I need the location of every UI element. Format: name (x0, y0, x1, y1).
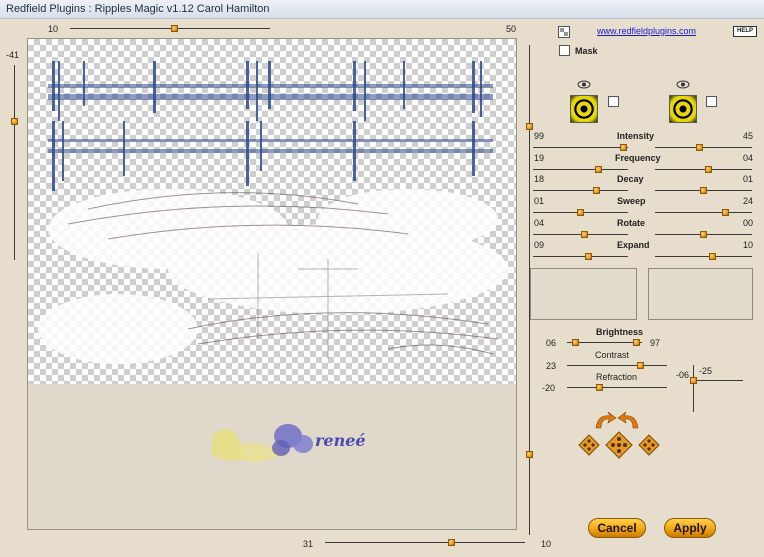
bottom-slider-thumb[interactable] (448, 539, 455, 546)
decay-right-value: 01 (743, 174, 754, 185)
decay-left-value: 18 (534, 174, 545, 185)
intensity-left-value: 99 (534, 131, 545, 141)
frequency-left-track[interactable] (533, 168, 628, 170)
intensity-right-track[interactable] (655, 147, 752, 148)
expand-left-track[interactable] (533, 255, 628, 257)
title-bar: Redfield Plugins : Ripples Magic v1.12 C… (0, 0, 764, 19)
intensity-left-thumb[interactable] (620, 144, 628, 151)
refraction-track[interactable] (567, 387, 667, 388)
sweep-right-thumb[interactable] (721, 209, 729, 217)
left-slider-thumb[interactable] (11, 118, 18, 125)
help-button[interactable]: HELP (733, 26, 757, 37)
color-swatch-left[interactable] (570, 95, 598, 123)
randomize-small-right-icon[interactable] (638, 434, 660, 456)
rotate-label: Rotate (617, 217, 646, 228)
sweep-label: Sweep (617, 196, 646, 207)
light-x-value: -06 (676, 370, 690, 380)
refraction-label: Refraction (596, 372, 638, 382)
expand-right-track[interactable] (655, 255, 752, 257)
frequency-right-value: 04 (743, 152, 754, 163)
rotate-left-thumb[interactable] (580, 230, 588, 238)
rotate-arrows-icon[interactable] (592, 410, 642, 432)
top-slider-track[interactable] (70, 28, 270, 29)
expand-right-thumb[interactable] (709, 252, 716, 260)
light-y-track[interactable] (693, 365, 694, 412)
right-slider-lower-thumb[interactable] (526, 451, 533, 458)
cancel-button[interactable]: Cancel (588, 518, 646, 538)
frequency-right-thumb[interactable] (704, 165, 712, 173)
randomize-small-left-icon[interactable] (578, 434, 600, 456)
left-slider-track[interactable] (14, 65, 15, 260)
brightness-right-thumb[interactable] (633, 339, 640, 346)
sweep-left-thumb[interactable] (577, 209, 584, 217)
expand-right-value: 10 (743, 239, 754, 250)
left-preview-panel (530, 268, 637, 320)
sweep-right-track[interactable] (655, 212, 752, 214)
apply-button[interactable]: Apply (664, 518, 716, 538)
decay-label: Decay (617, 174, 644, 185)
refraction-thumb[interactable] (596, 384, 603, 391)
ripple-effect-image (38, 61, 508, 364)
top-slider-value: 10 (48, 24, 59, 34)
mask-checkbox[interactable] (559, 45, 570, 56)
light-position-thumb[interactable] (690, 377, 697, 384)
contrast-thumb[interactable] (637, 362, 644, 369)
brightness-left-thumb[interactable] (572, 339, 579, 346)
light-x-track[interactable] (693, 380, 743, 381)
eye-icon[interactable] (577, 80, 591, 89)
mask-label: Mask (575, 46, 598, 56)
refraction-value: -20 (542, 383, 556, 393)
contrast-value: 23 (546, 361, 557, 371)
intensity-left-track[interactable] (533, 147, 628, 148)
decay-left-track[interactable] (533, 190, 628, 192)
plugin-window: Redfield Plugins : Ripples Magic v1.12 C… (0, 0, 764, 557)
bottom-slider-value: 31 (303, 539, 314, 549)
light-y-value: -25 (699, 366, 713, 376)
left-slider-value: -41 (6, 50, 20, 60)
brightness-label: Brightness (596, 327, 644, 337)
frequency-label: Frequency (615, 152, 661, 163)
color-swatch-left-checkbox[interactable] (608, 96, 619, 107)
color-swatch-right[interactable] (669, 95, 697, 123)
intensity-right-thumb[interactable] (695, 144, 703, 151)
randomize-all-icon[interactable] (605, 431, 633, 459)
rotate-right-value: 00 (743, 217, 754, 228)
right-slider-upper-thumb[interactable] (526, 123, 533, 130)
expand-label: Expand (617, 239, 650, 250)
redfield-website-link[interactable]: www.redfieldplugins.com (597, 26, 696, 36)
expand-left-thumb[interactable] (584, 252, 592, 260)
frequency-left-thumb[interactable] (594, 165, 602, 173)
top-slider-right-label: 50 (506, 24, 517, 34)
right-preview-panel (648, 268, 753, 320)
sweep-right-value: 24 (743, 196, 754, 207)
top-slider-thumb[interactable] (171, 25, 178, 32)
decay-left-thumb[interactable] (592, 187, 600, 195)
bottom-slider-track[interactable] (325, 542, 525, 543)
frequency-right-track[interactable] (655, 168, 752, 170)
intensity-label: Intensity (617, 131, 655, 141)
brightness-right-value: 97 (650, 338, 661, 348)
right-slider-value: 10 (541, 539, 552, 549)
frequency-left-value: 19 (534, 152, 545, 163)
contrast-track[interactable] (567, 365, 667, 366)
expand-left-value: 09 (534, 239, 545, 250)
intensity-right-value: 45 (743, 131, 754, 141)
color-swatch-right-checkbox[interactable] (706, 96, 717, 107)
brightness-left-value: 06 (546, 338, 557, 348)
watermark-text: reneé (315, 431, 366, 450)
rotate-right-thumb[interactable] (700, 230, 707, 238)
rotate-left-value: 04 (534, 217, 545, 228)
preview-canvas[interactable]: reneé (27, 38, 517, 530)
sweep-left-value: 01 (534, 196, 545, 207)
decay-right-thumb[interactable] (700, 187, 707, 195)
contrast-label: Contrast (595, 350, 630, 360)
eye-icon[interactable] (676, 80, 690, 89)
preview-mode-icon[interactable] (558, 26, 570, 38)
